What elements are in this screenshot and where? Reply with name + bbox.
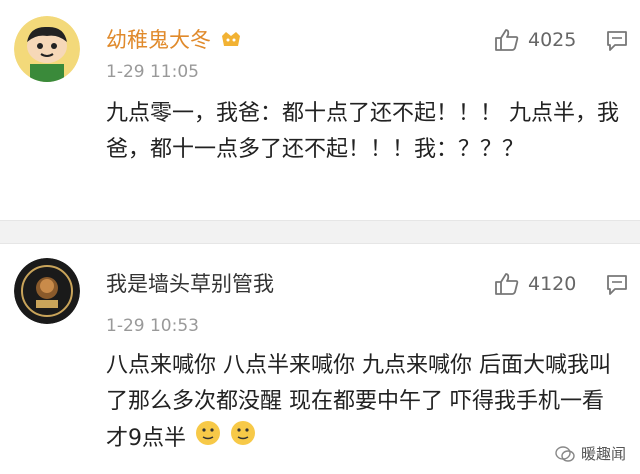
comment-time: 1-29 11:05 (106, 62, 199, 82)
emoji-face-icon (195, 420, 221, 458)
like-count: 4120 (528, 273, 577, 295)
emoji-face-icon (230, 420, 256, 458)
wechat-logo-icon (555, 445, 575, 462)
reply-icon (607, 31, 627, 51)
comment-item: 我是墙头草别管我 1-29 10:53 4120 八点来喊你 八点半来喊你 九点… (0, 244, 640, 474)
thumbs-up-icon (495, 273, 519, 295)
comment-item: 幼稚鬼大冬 1-29 11:05 4025 九点零一，我爸：都十点了还不起！！！… (0, 0, 640, 220)
comment-text: 九点零一，我爸：都十点了还不起！！！ 九点半，我爸，都十一点多了还不起！！！我：… (106, 101, 619, 162)
comment-text: 八点来喊你 八点半来喊你 九点来喊你 后面大喊我叫了那么多次都没醒 现在都要中午… (106, 348, 626, 458)
comment-divider (0, 220, 640, 244)
avatar[interactable] (14, 258, 80, 324)
thumbs-up-icon (495, 29, 519, 51)
reply-button[interactable] (606, 274, 628, 300)
reply-icon (607, 275, 627, 295)
avatar[interactable] (14, 16, 80, 82)
username[interactable]: 幼稚鬼大冬 (106, 24, 242, 54)
like-button[interactable]: 4120 (494, 272, 576, 296)
comment-time: 1-29 10:53 (106, 316, 199, 336)
watermark: 暖趣闻 (555, 443, 626, 464)
vip-badge-icon (220, 29, 242, 53)
like-button[interactable]: 4025 (494, 28, 576, 52)
username[interactable]: 我是墙头草别管我 (106, 268, 274, 298)
reply-button[interactable] (606, 30, 628, 56)
like-count: 4025 (528, 29, 577, 51)
